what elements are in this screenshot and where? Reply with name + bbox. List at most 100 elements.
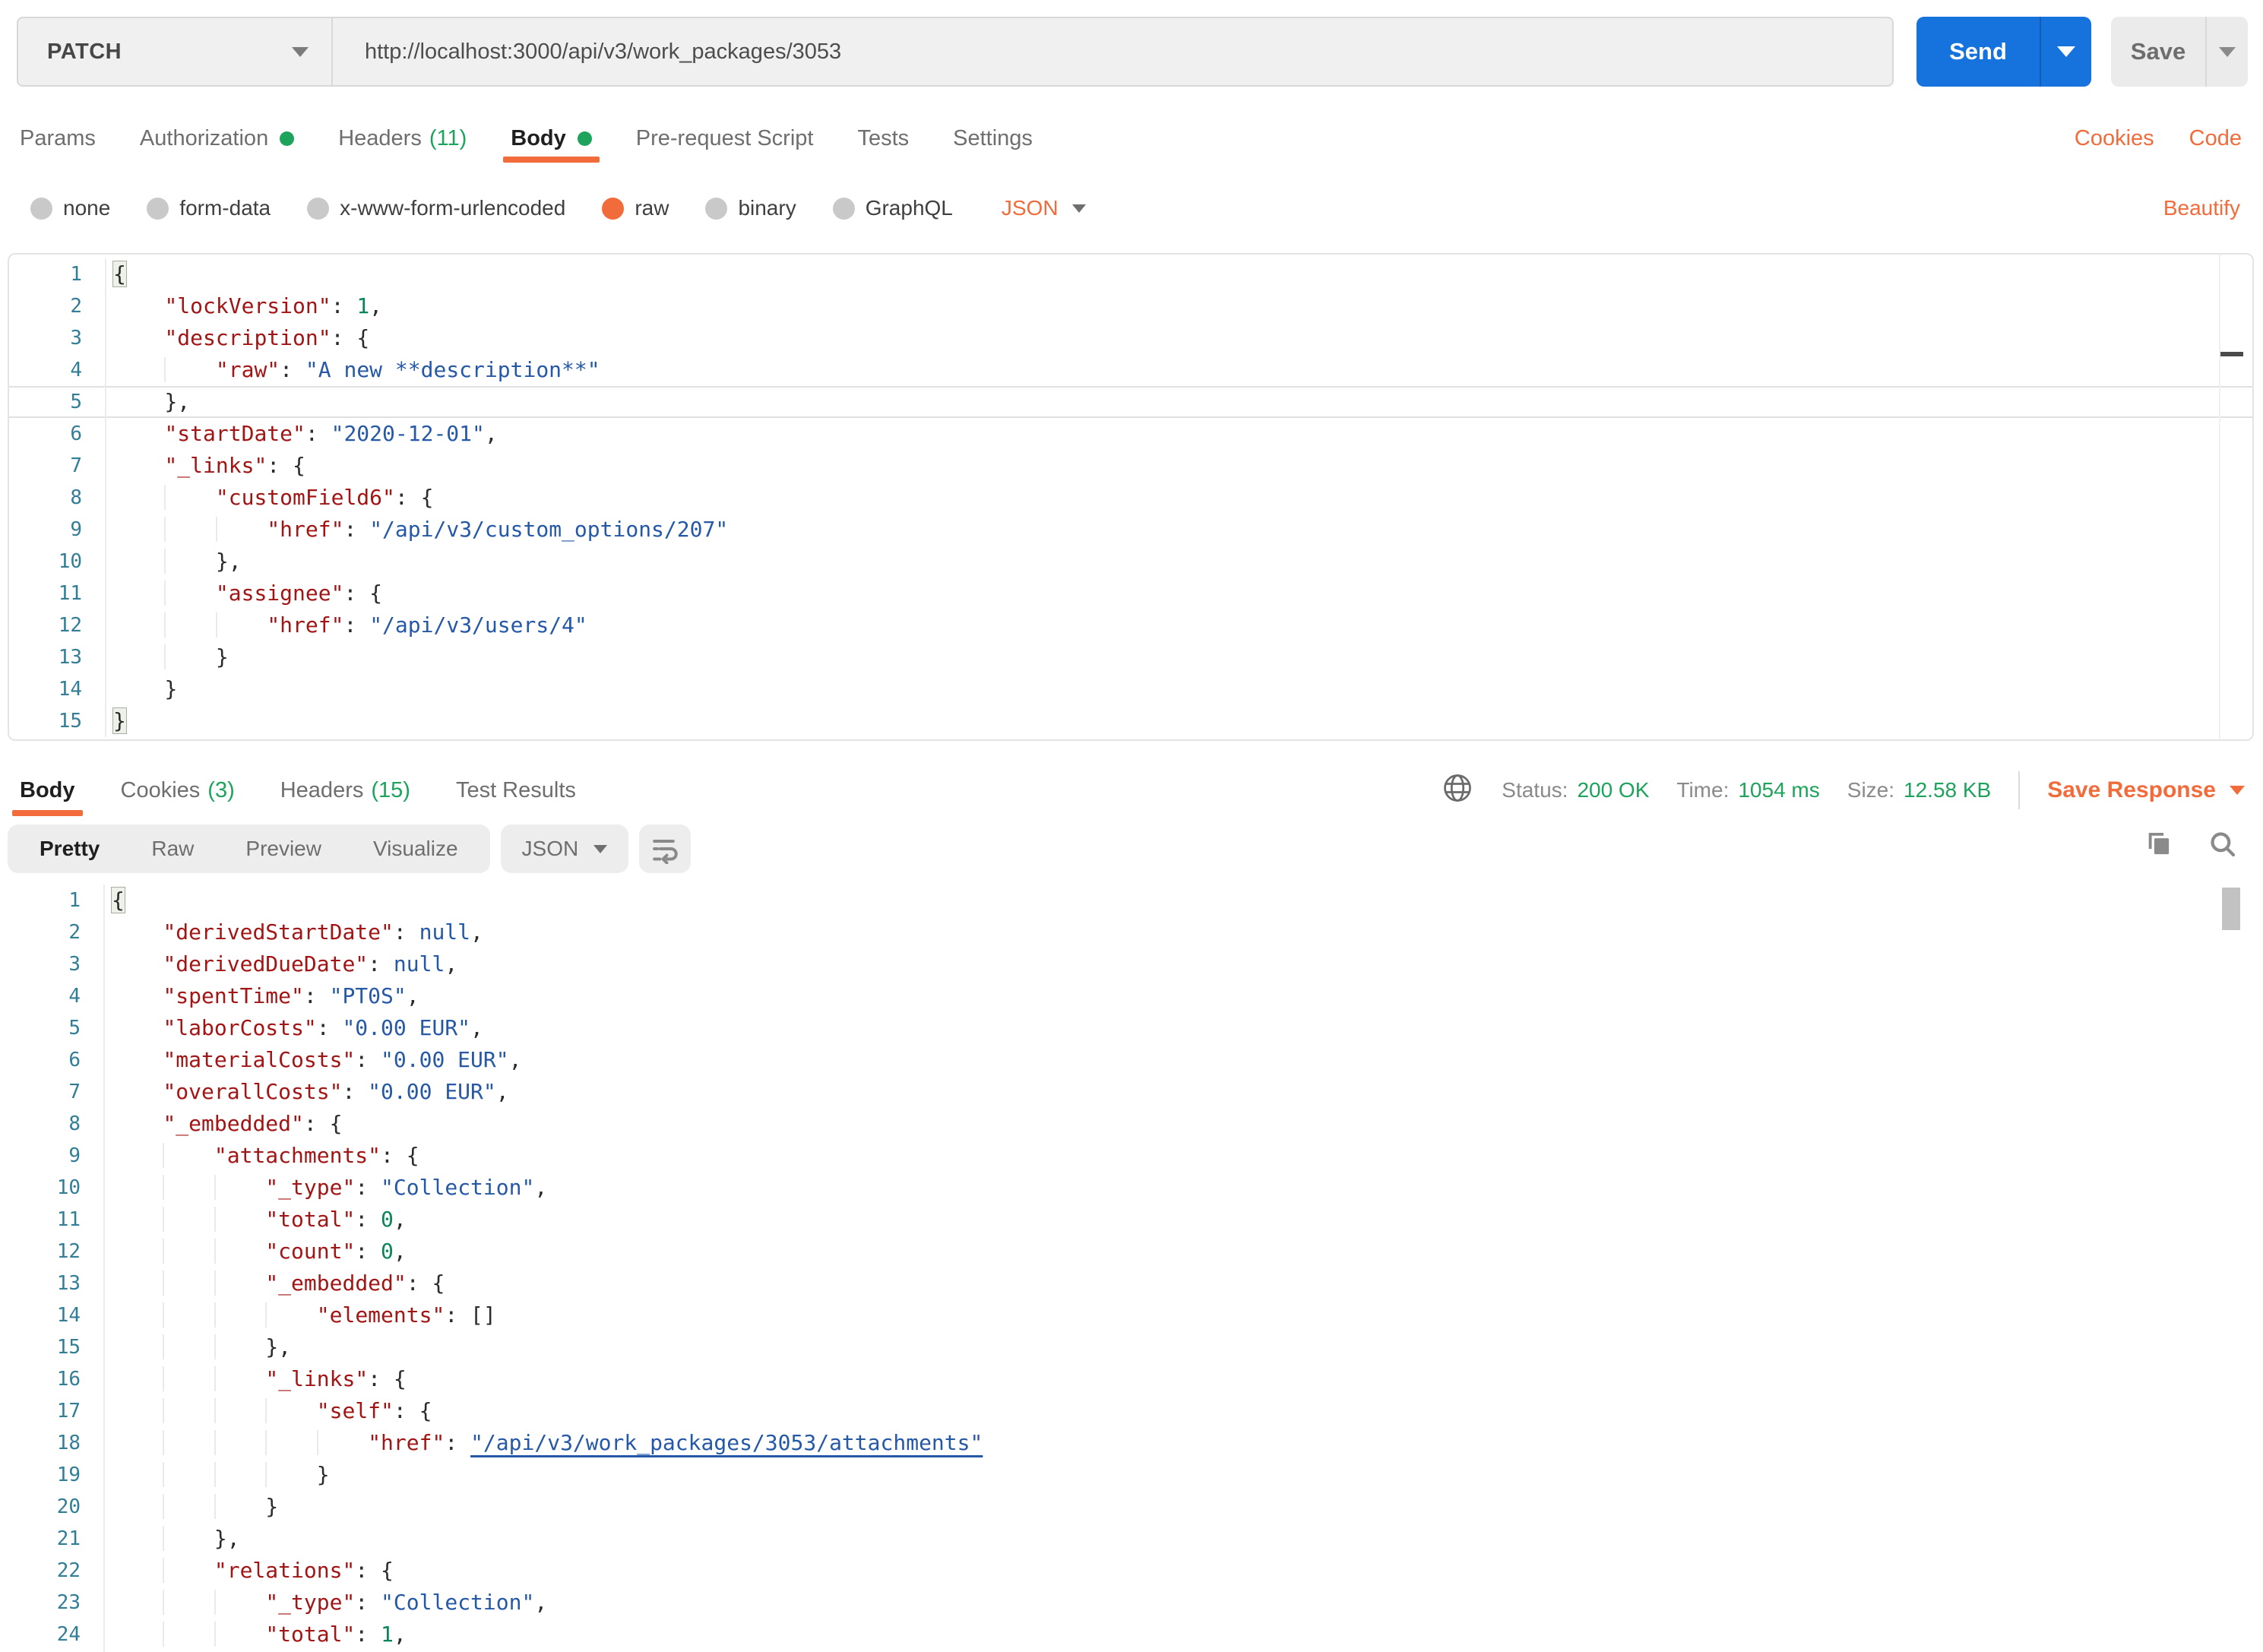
code-line: 6 "materialCosts": "0.00 EUR", [8, 1044, 2254, 1076]
fold-gutter [81, 1363, 105, 1395]
size-badge: Size: 12.58 KB [1847, 778, 1992, 802]
response-headers-count: (15) [371, 777, 410, 802]
line-number: 5 [68, 1017, 81, 1040]
code-line: 13 "_embedded": { [8, 1267, 2254, 1299]
save-options-button[interactable] [2207, 17, 2248, 87]
overview-ruler [2219, 255, 2220, 739]
line-number: 6 [70, 422, 82, 445]
fold-gutter [81, 1044, 105, 1076]
response-code: 1{2 "derivedStartDate": null, 3 "derivedD… [8, 885, 2254, 1652]
tab-params[interactable]: Params [20, 114, 96, 163]
radio-binary[interactable]: binary [705, 196, 796, 220]
line-number: 15 [58, 710, 82, 733]
view-tab-pretty[interactable]: Pretty [14, 837, 125, 861]
tab-settings[interactable]: Settings [953, 114, 1033, 163]
fold-gutter [82, 290, 106, 322]
save-button[interactable]: Save [2111, 17, 2207, 87]
content-type-select[interactable]: JSON [1002, 196, 1086, 220]
url-input[interactable]: http://localhost:3000/api/v3/work_packag… [333, 18, 1892, 85]
request-code: 1{2 "lockVersion": 1, 3 "description": {4… [9, 258, 2252, 737]
method-select[interactable]: PATCH [18, 18, 333, 85]
copy-icon[interactable] [2143, 828, 2175, 864]
chevron-down-icon [2057, 46, 2075, 57]
fold-gutter [81, 980, 105, 1012]
tab-response-body[interactable]: Body [12, 764, 82, 816]
beautify-link[interactable]: Beautify [2163, 182, 2240, 234]
cursor-mark [2220, 352, 2243, 356]
radio-icon [147, 197, 169, 220]
code-line: 11 "assignee": { [9, 578, 2252, 609]
line-number: 8 [68, 1112, 81, 1135]
line-number: 4 [68, 985, 81, 1008]
send-split-button: Send [1916, 17, 2091, 87]
view-tab-preview[interactable]: Preview [220, 837, 347, 861]
wrap-text-button[interactable] [639, 824, 692, 873]
chevron-down-icon [2219, 46, 2236, 57]
tab-body[interactable]: Body [503, 114, 600, 163]
radio-graphql[interactable]: GraphQL [832, 196, 953, 220]
line-number: 23 [56, 1591, 81, 1614]
line-number: 4 [70, 359, 82, 381]
code-line: 6 "startDate": "2020-12-01", [9, 418, 2252, 450]
code-line: 12 "count": 0, [8, 1236, 2254, 1267]
code-line: 14 } [9, 673, 2252, 705]
send-button[interactable]: Send [1916, 17, 2041, 87]
radio-form-data[interactable]: form-data [147, 196, 271, 220]
globe-icon[interactable] [1441, 771, 1474, 810]
line-number: 22 [56, 1559, 81, 1582]
response-body-viewer[interactable]: 1{2 "derivedStartDate": null, 3 "derivedD… [8, 881, 2254, 1652]
line-number: 1 [70, 263, 82, 286]
line-number: 1 [68, 889, 81, 912]
tab-response-headers[interactable]: Headers (15) [280, 764, 410, 816]
code-line: 15} [9, 705, 2252, 737]
radio-raw[interactable]: raw [602, 196, 669, 220]
line-number: 10 [58, 550, 82, 573]
code-line: 8 "_embedded": { [8, 1108, 2254, 1140]
body-mode-row: none form-data x-www-form-urlencoded raw… [30, 182, 1086, 234]
tab-authorization[interactable]: Authorization [140, 114, 295, 163]
response-language-select[interactable]: JSON [500, 824, 629, 873]
code-line: 24 "total": 1, [8, 1619, 2254, 1650]
cookies-link[interactable]: Cookies [2075, 126, 2154, 151]
line-number: 17 [56, 1400, 81, 1423]
save-response-button[interactable]: Save Response [2047, 777, 2245, 803]
fold-gutter [81, 1267, 105, 1299]
line-number: 15 [56, 1336, 81, 1359]
scrollbar-thumb[interactable] [2222, 888, 2240, 930]
code-line: 3 "description": { [9, 322, 2252, 354]
code-line: 9 "href": "/api/v3/custom_options/207" [9, 514, 2252, 546]
line-number: 5 [70, 391, 82, 413]
line-number: 7 [70, 454, 82, 477]
chevron-down-icon [1071, 204, 1086, 213]
radio-x-www-form-urlencoded[interactable]: x-www-form-urlencoded [307, 196, 565, 220]
tab-tests[interactable]: Tests [857, 114, 909, 163]
tab-headers[interactable]: Headers (11) [338, 114, 467, 163]
fold-gutter [81, 1491, 105, 1523]
tab-test-results[interactable]: Test Results [456, 764, 576, 816]
search-icon[interactable] [2207, 828, 2239, 864]
line-number: 24 [56, 1623, 81, 1646]
line-number: 19 [56, 1464, 81, 1486]
time-badge: Time: 1054 ms [1676, 778, 1820, 802]
view-tab-visualize[interactable]: Visualize [347, 837, 484, 861]
code-line: 1{ [8, 885, 2254, 916]
line-number: 2 [68, 921, 81, 944]
view-tab-raw[interactable]: Raw [125, 837, 220, 861]
fold-gutter [82, 641, 106, 673]
line-number: 7 [68, 1081, 81, 1103]
request-body-editor[interactable]: 1{2 "lockVersion": 1, 3 "description": {4… [8, 253, 2254, 741]
tab-pre-request-script[interactable]: Pre-request Script [636, 114, 814, 163]
code-line: 10 }, [9, 546, 2252, 578]
request-bar: PATCH http://localhost:3000/api/v3/work_… [17, 17, 2248, 87]
tab-response-cookies[interactable]: Cookies (3) [121, 764, 235, 816]
radio-none[interactable]: none [30, 196, 110, 220]
code-line: 22 "relations": { [8, 1555, 2254, 1587]
code-link[interactable]: Code [2189, 126, 2242, 151]
code-line: 4 "raw": "A new **description**" [9, 354, 2252, 386]
send-options-button[interactable] [2041, 17, 2091, 87]
line-number: 11 [56, 1208, 81, 1231]
code-line: 7 "overallCosts": "0.00 EUR", [8, 1076, 2254, 1108]
fold-gutter [82, 514, 106, 546]
line-number: 14 [56, 1304, 81, 1327]
fold-gutter [82, 386, 106, 418]
